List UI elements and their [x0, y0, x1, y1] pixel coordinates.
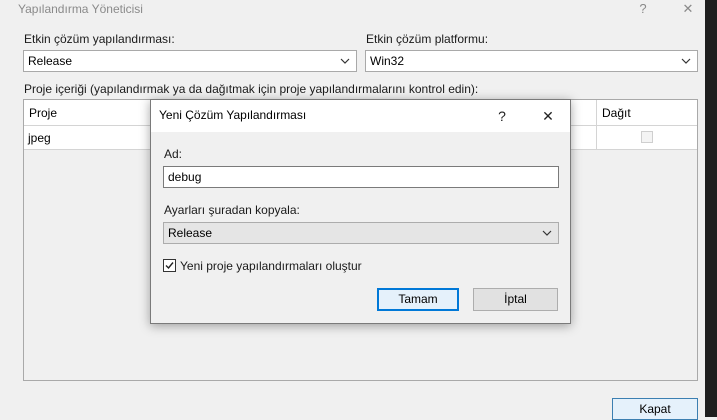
chevron-down-icon [340, 58, 350, 64]
background-window-edge [705, 0, 717, 417]
column-header-project[interactable]: Proje [29, 106, 57, 120]
chevron-down-icon [542, 230, 552, 236]
chevron-down-icon [681, 58, 691, 64]
copy-from-select[interactable]: Release [163, 222, 559, 244]
checkmark-icon [165, 262, 174, 270]
name-input-value: debug [168, 170, 202, 184]
name-input[interactable]: debug [163, 166, 559, 188]
project-contexts-label: Proje içeriği (yapılandırmak ya da dağıt… [24, 82, 479, 96]
active-platform-label: Etkin çözüm platformu: [366, 32, 489, 46]
active-config-label: Etkin çözüm yapılandırması: [24, 32, 175, 46]
copy-from-value: Release [168, 226, 213, 240]
dialog-title: Yeni Çözüm Yapılandırması [159, 108, 307, 122]
dialog-titlebar: Yeni Çözüm Yapılandırması ? ✕ [151, 100, 570, 132]
create-projects-checkbox[interactable] [163, 259, 176, 272]
active-config-value: Release [28, 54, 73, 68]
cancel-button[interactable]: İptal [473, 288, 558, 311]
column-header-deploy[interactable]: Dağıt [602, 106, 631, 120]
dialog-help-button[interactable]: ? [491, 105, 513, 127]
deploy-checkbox[interactable] [641, 131, 653, 143]
column-divider [596, 126, 597, 149]
active-platform-value: Win32 [370, 54, 405, 68]
window-title: Yapılandırma Yöneticisi [18, 2, 143, 16]
active-platform-select[interactable]: Win32 [365, 50, 698, 72]
new-solution-configuration-dialog: Yeni Çözüm Yapılandırması ? ✕ Ad: debug … [150, 99, 571, 324]
active-config-select[interactable]: Release [23, 50, 357, 72]
copy-from-label: Ayarları şuradan kopyala: [164, 203, 300, 217]
create-projects-label[interactable]: Yeni proje yapılandırmaları oluştur [180, 259, 362, 273]
ok-button[interactable]: Tamam [377, 288, 459, 311]
column-divider[interactable] [596, 100, 597, 125]
help-button[interactable]: ? [634, 0, 652, 18]
project-name-cell: jpeg [28, 131, 51, 145]
dialog-close-button[interactable]: ✕ [537, 105, 559, 127]
window-close-button[interactable]: ✕ [679, 0, 697, 18]
name-label: Ad: [164, 147, 183, 161]
